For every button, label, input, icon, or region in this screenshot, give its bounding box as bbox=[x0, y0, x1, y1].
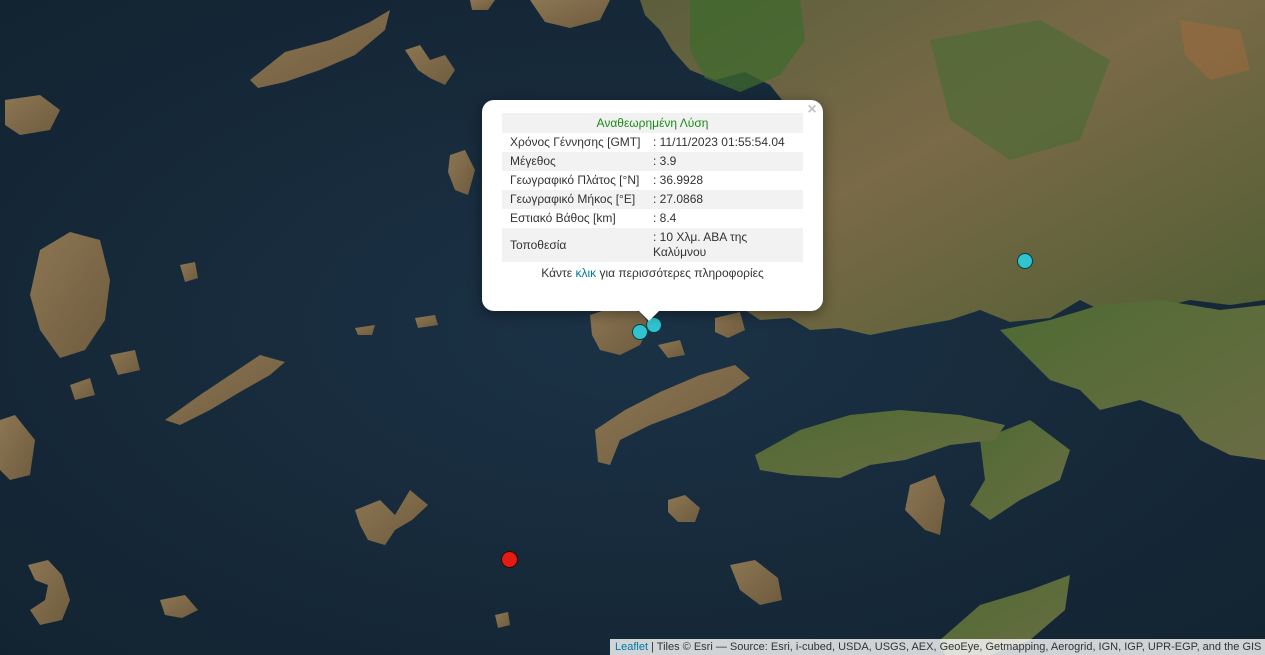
latest-earthquake-marker[interactable] bbox=[501, 551, 518, 568]
attribution-text: | Tiles © Esri — Source: Esri, i-cubed, … bbox=[651, 641, 1265, 653]
magnitude-label: Μέγεθος bbox=[502, 152, 645, 171]
depth-value: : 8.4 bbox=[653, 211, 677, 225]
row-location: Τοποθεσία : 10 Χλμ. ΑΒΑ της Καλύμνου bbox=[502, 228, 803, 262]
map-attribution: Leaflet | Tiles © Esri — Source: Esri, i… bbox=[610, 639, 1265, 655]
row-latitude: Γεωγραφικό Πλάτος [°N] : 36.9928 bbox=[502, 171, 803, 190]
popup-tip bbox=[639, 311, 659, 321]
footer-prefix: Κάντε bbox=[541, 266, 576, 280]
popup-content: Αναθεωρημένη Λύση Χρόνος Γέννησης [GMT] … bbox=[502, 113, 803, 280]
leaflet-link[interactable]: Leaflet bbox=[615, 641, 648, 653]
earthquake-marker[interactable] bbox=[1017, 253, 1033, 269]
row-magnitude: Μέγεθος : 3.9 bbox=[502, 152, 803, 171]
depth-label: Εστιακό Βάθος [km] bbox=[510, 211, 616, 225]
popup-heading: Αναθεωρημένη Λύση bbox=[502, 113, 803, 133]
earthquake-info-table: Χρόνος Γέννησης [GMT] : 11/11/2023 01:55… bbox=[502, 133, 803, 262]
more-info-link[interactable]: κλικ bbox=[575, 266, 596, 280]
row-longitude: Γεωγραφικό Μήκος [°E] : 27.0868 bbox=[502, 190, 803, 209]
latitude-label: Γεωγραφικό Πλάτος [°N] bbox=[510, 173, 640, 187]
map-view[interactable]: × Αναθεωρημένη Λύση Χρόνος Γέννησης [GMT… bbox=[0, 0, 1265, 655]
longitude-label: Γεωγραφικό Μήκος [°E] bbox=[502, 190, 645, 209]
earthquake-popup: × Αναθεωρημένη Λύση Χρόνος Γέννησης [GMT… bbox=[482, 100, 823, 321]
magnitude-value: : 3.9 bbox=[645, 152, 803, 171]
close-icon[interactable]: × bbox=[805, 102, 819, 118]
location-label: Τοποθεσία bbox=[502, 228, 645, 262]
origin-time-label: Χρόνος Γέννησης [GMT] bbox=[510, 135, 641, 149]
location-value: : 10 Χλμ. ΑΒΑ της Καλύμνου bbox=[645, 228, 803, 262]
row-origin-time: Χρόνος Γέννησης [GMT] : 11/11/2023 01:55… bbox=[502, 133, 803, 152]
latitude-value: : 36.9928 bbox=[653, 173, 704, 187]
footer-suffix: για περισσότερες πληροφορίες bbox=[596, 266, 764, 280]
longitude-value: : 27.0868 bbox=[645, 190, 803, 209]
popup-footer: Κάντε κλικ για περισσότερες πληροφορίες bbox=[502, 266, 803, 280]
row-depth: Εστιακό Βάθος [km] : 8.4 bbox=[502, 209, 803, 228]
origin-time-value: : 11/11/2023 01:55:54.04 bbox=[653, 135, 785, 149]
